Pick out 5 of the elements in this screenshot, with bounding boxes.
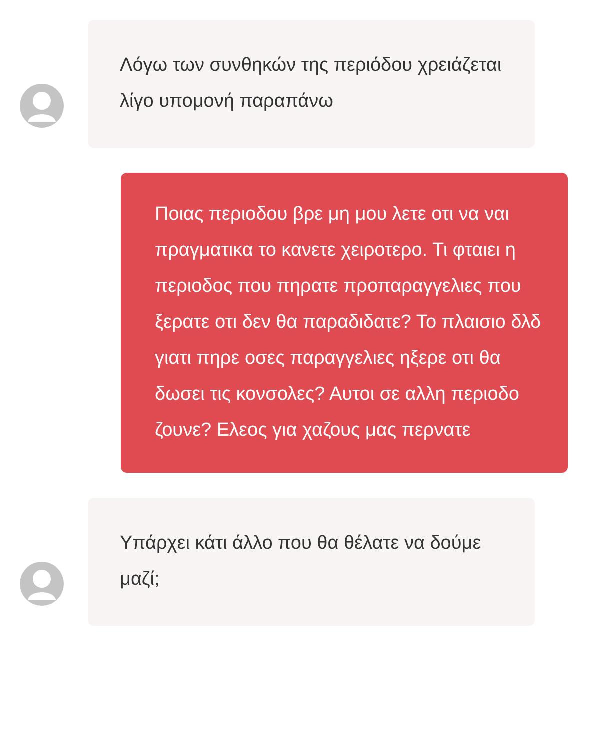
avatar-icon bbox=[20, 84, 64, 128]
message-bubble: Υπάρχει κάτι άλλο που θα θέλατε να δούμε μαζί; bbox=[88, 498, 535, 626]
message-bubble: Ποιας περιοδου βρε μη μου λετε οτι να ναι πραγματικα το κανετε χειροτερο. Τι φταιει η περιοδος που πηρατε προπαραγγελιες που ξερατε οτι δεν θα παραδιδατε? Το πλαισιο δλδ γιατι πηρε οσες παραγγελιες ηξερε οτι θα δωσει τις κονσολες? Αυτοι σε αλλη περιοδο ζουνε? Ελεος για χαζους μας περνατε bbox=[121, 173, 568, 473]
message-bubble: Λόγω των συνθηκών της περιόδου χρειάζεται λίγο υπομονή παραπάνω bbox=[88, 20, 535, 148]
avatar-icon bbox=[20, 562, 64, 606]
